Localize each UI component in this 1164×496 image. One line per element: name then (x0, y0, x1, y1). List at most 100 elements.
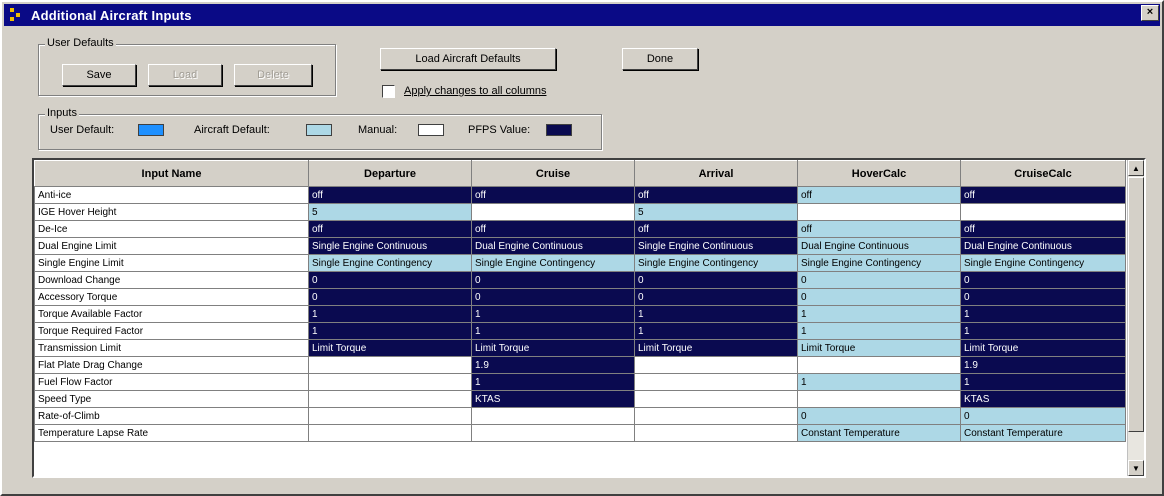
value-cell-hovercalc[interactable]: 0 (797, 407, 961, 425)
value-cell-departure[interactable]: Single Engine Contingency (308, 254, 472, 272)
value-cell-arrival[interactable]: 1 (634, 322, 798, 340)
value-cell-cruise[interactable] (471, 203, 635, 221)
value-cell-cruise[interactable]: Single Engine Contingency (471, 254, 635, 272)
value-cell-arrival[interactable]: off (634, 186, 798, 204)
value-cell-cruise[interactable]: 1 (471, 305, 635, 323)
value-cell-departure[interactable] (308, 424, 472, 442)
load-aircraft-defaults-button[interactable]: Load Aircraft Defaults (380, 48, 556, 70)
scroll-thumb[interactable] (1128, 177, 1144, 432)
value-cell-departure[interactable]: off (308, 186, 472, 204)
value-cell-cruisecalc[interactable]: 1 (960, 322, 1126, 340)
value-cell-arrival[interactable] (634, 424, 798, 442)
value-cell-arrival[interactable]: Limit Torque (634, 339, 798, 357)
vertical-scrollbar[interactable]: ▲ ▼ (1127, 160, 1144, 476)
value-cell-cruise[interactable] (471, 424, 635, 442)
value-cell-arrival[interactable]: Single Engine Contingency (634, 254, 798, 272)
delete-button[interactable]: Delete (234, 64, 312, 86)
value-cell-hovercalc[interactable]: 1 (797, 305, 961, 323)
value-cell-cruise[interactable]: 0 (471, 271, 635, 289)
value-cell-cruisecalc[interactable]: 1 (960, 305, 1126, 323)
value-cell-cruisecalc[interactable]: Single Engine Contingency (960, 254, 1126, 272)
value-cell-hovercalc[interactable]: Single Engine Contingency (797, 254, 961, 272)
title-bar[interactable]: Additional Aircraft Inputs (4, 4, 1160, 26)
value-cell-departure[interactable]: 0 (308, 288, 472, 306)
apply-all-checkbox[interactable] (382, 85, 395, 98)
value-cell-cruisecalc[interactable]: Dual Engine Continuous (960, 237, 1126, 255)
value-cell-cruisecalc[interactable]: Limit Torque (960, 339, 1126, 357)
close-icon[interactable]: × (1141, 5, 1159, 21)
value-cell-departure[interactable] (308, 407, 472, 425)
value-cell-arrival[interactable]: 0 (634, 271, 798, 289)
value-cell-departure[interactable] (308, 390, 472, 408)
value-cell-cruisecalc[interactable]: 0 (960, 288, 1126, 306)
value-cell-cruisecalc[interactable] (960, 203, 1126, 221)
value-cell-hovercalc[interactable]: Constant Temperature (797, 424, 961, 442)
value-cell-departure[interactable]: Limit Torque (308, 339, 472, 357)
value-cell-arrival[interactable] (634, 390, 798, 408)
value-cell-hovercalc[interactable]: off (797, 186, 961, 204)
value-cell-cruisecalc[interactable]: 0 (960, 407, 1126, 425)
value-cell-hovercalc[interactable]: 0 (797, 288, 961, 306)
scroll-up-icon[interactable]: ▲ (1128, 160, 1144, 176)
value-cell-cruise[interactable]: 1 (471, 373, 635, 391)
value-cell-hovercalc[interactable]: 0 (797, 271, 961, 289)
value-cell-cruise[interactable]: Dual Engine Continuous (471, 237, 635, 255)
value-cell-hovercalc[interactable]: 1 (797, 373, 961, 391)
value-cell-cruisecalc[interactable]: Constant Temperature (960, 424, 1126, 442)
value-cell-cruise[interactable]: 1.9 (471, 356, 635, 374)
column-header-arrival[interactable]: Arrival (634, 160, 798, 187)
value-cell-arrival[interactable]: 1 (634, 305, 798, 323)
load-button[interactable]: Load (148, 64, 222, 86)
value-cell-hovercalc[interactable]: Limit Torque (797, 339, 961, 357)
column-header-departure[interactable]: Departure (308, 160, 472, 187)
value-cell-cruise[interactable]: 1 (471, 322, 635, 340)
value-cell-arrival[interactable]: 0 (634, 288, 798, 306)
value-cell-cruise[interactable]: 0 (471, 288, 635, 306)
legend-pfps-value-label: PFPS Value: (468, 124, 531, 136)
value-cell-cruise[interactable]: off (471, 220, 635, 238)
input-name-cell: Transmission Limit (34, 339, 309, 357)
value-cell-hovercalc[interactable] (797, 390, 961, 408)
save-button[interactable]: Save (62, 64, 136, 86)
column-header-input-name[interactable]: Input Name (34, 160, 309, 187)
value-cell-cruise[interactable]: Limit Torque (471, 339, 635, 357)
apply-all-label: Apply changes to all columns (404, 85, 547, 97)
value-cell-cruisecalc[interactable]: off (960, 220, 1126, 238)
value-cell-arrival[interactable] (634, 373, 798, 391)
value-cell-cruise[interactable] (471, 407, 635, 425)
value-cell-cruisecalc[interactable]: 1 (960, 373, 1126, 391)
scroll-down-icon[interactable]: ▼ (1128, 460, 1144, 476)
value-cell-cruisecalc[interactable]: 0 (960, 271, 1126, 289)
value-cell-arrival[interactable]: off (634, 220, 798, 238)
value-cell-arrival[interactable] (634, 356, 798, 374)
done-button[interactable]: Done (622, 48, 698, 70)
value-cell-arrival[interactable]: 5 (634, 203, 798, 221)
table-row: Temperature Lapse Rate Constant Temperatu… (34, 424, 1126, 442)
value-cell-cruisecalc[interactable]: 1.9 (960, 356, 1126, 374)
value-cell-departure[interactable]: 0 (308, 271, 472, 289)
value-cell-arrival[interactable] (634, 407, 798, 425)
value-cell-departure[interactable]: off (308, 220, 472, 238)
value-cell-arrival[interactable]: Single Engine Continuous (634, 237, 798, 255)
value-cell-cruise[interactable]: off (471, 186, 635, 204)
table-row: Accessory Torque 0 0 0 0 0 (34, 288, 1126, 306)
value-cell-hovercalc[interactable]: 1 (797, 322, 961, 340)
value-cell-hovercalc[interactable]: off (797, 220, 961, 238)
value-cell-hovercalc[interactable] (797, 203, 961, 221)
value-cell-departure[interactable]: 5 (308, 203, 472, 221)
value-cell-cruisecalc[interactable]: KTAS (960, 390, 1126, 408)
value-cell-hovercalc[interactable]: Dual Engine Continuous (797, 237, 961, 255)
inputs-grid: Input Name Departure Cruise Arrival HoverCal… (32, 158, 1146, 478)
value-cell-departure[interactable]: Single Engine Continuous (308, 237, 472, 255)
dialog-window: Additional Aircraft Inputs × User Defaul… (0, 0, 1164, 496)
column-header-cruise[interactable]: Cruise (471, 160, 635, 187)
value-cell-departure[interactable] (308, 373, 472, 391)
value-cell-departure[interactable] (308, 356, 472, 374)
value-cell-departure[interactable]: 1 (308, 322, 472, 340)
value-cell-cruisecalc[interactable]: off (960, 186, 1126, 204)
value-cell-departure[interactable]: 1 (308, 305, 472, 323)
column-header-cruisecalc[interactable]: CruiseCalc (960, 160, 1126, 187)
value-cell-cruise[interactable]: KTAS (471, 390, 635, 408)
value-cell-hovercalc[interactable] (797, 356, 961, 374)
column-header-hovercalc[interactable]: HoverCalc (797, 160, 961, 187)
